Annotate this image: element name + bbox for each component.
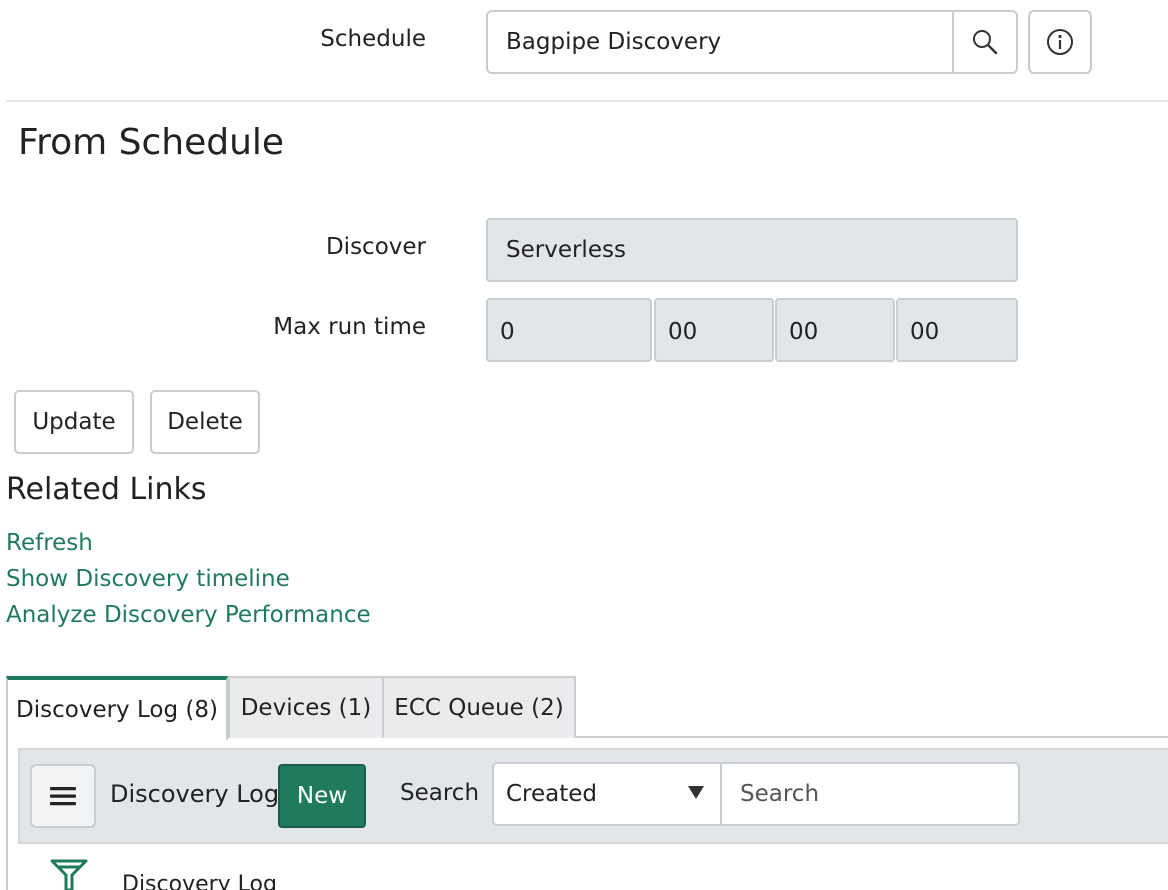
max-run-time-label: Max run time (273, 314, 426, 340)
search-icon (973, 30, 998, 55)
update-button[interactable]: Update (14, 390, 134, 454)
funnel-icon[interactable] (50, 858, 90, 890)
info-icon (1047, 29, 1073, 55)
analyze-discovery-performance-link[interactable]: Analyze Discovery Performance (6, 602, 371, 628)
new-button[interactable]: New (278, 764, 366, 828)
tab-devices[interactable]: Devices (1) (228, 676, 384, 738)
tab-ecc-queue[interactable]: ECC Queue (2) (382, 676, 576, 738)
discover-label: Discover (325, 234, 426, 260)
header-divider (6, 100, 1168, 102)
discovery-schedule-page: Schedule Bagpipe Discovery From Schedule… (0, 0, 1168, 890)
section-title: From Schedule (18, 122, 285, 163)
list-menu-button[interactable] (30, 764, 96, 828)
schedule-field[interactable]: Bagpipe Discovery (486, 10, 954, 74)
related-links-title: Related Links (6, 472, 207, 507)
delete-button[interactable]: Delete (150, 390, 260, 454)
list-title: Discovery Log (110, 780, 280, 808)
schedule-label: Schedule (320, 26, 426, 52)
search-label: Search (400, 780, 480, 806)
refresh-link[interactable]: Refresh (6, 530, 93, 556)
show-discovery-timeline-link[interactable]: Show Discovery timeline (6, 566, 290, 592)
max-run-time-hours: 00 (654, 298, 774, 362)
max-run-time-minutes: 00 (775, 298, 895, 362)
max-run-time-days: 0 (486, 298, 652, 362)
lookup-button[interactable] (952, 10, 1018, 74)
discover-field: Serverless (486, 218, 1018, 282)
chevron-down-icon (688, 786, 704, 799)
tab-discovery-log[interactable]: Discovery Log (8) (6, 676, 228, 740)
search-input[interactable]: Search (720, 762, 1020, 826)
hamburger-icon (50, 787, 76, 806)
info-button[interactable] (1028, 10, 1092, 74)
max-run-time-seconds: 00 (896, 298, 1018, 362)
list-breadcrumb[interactable]: Discovery Log (122, 872, 277, 890)
